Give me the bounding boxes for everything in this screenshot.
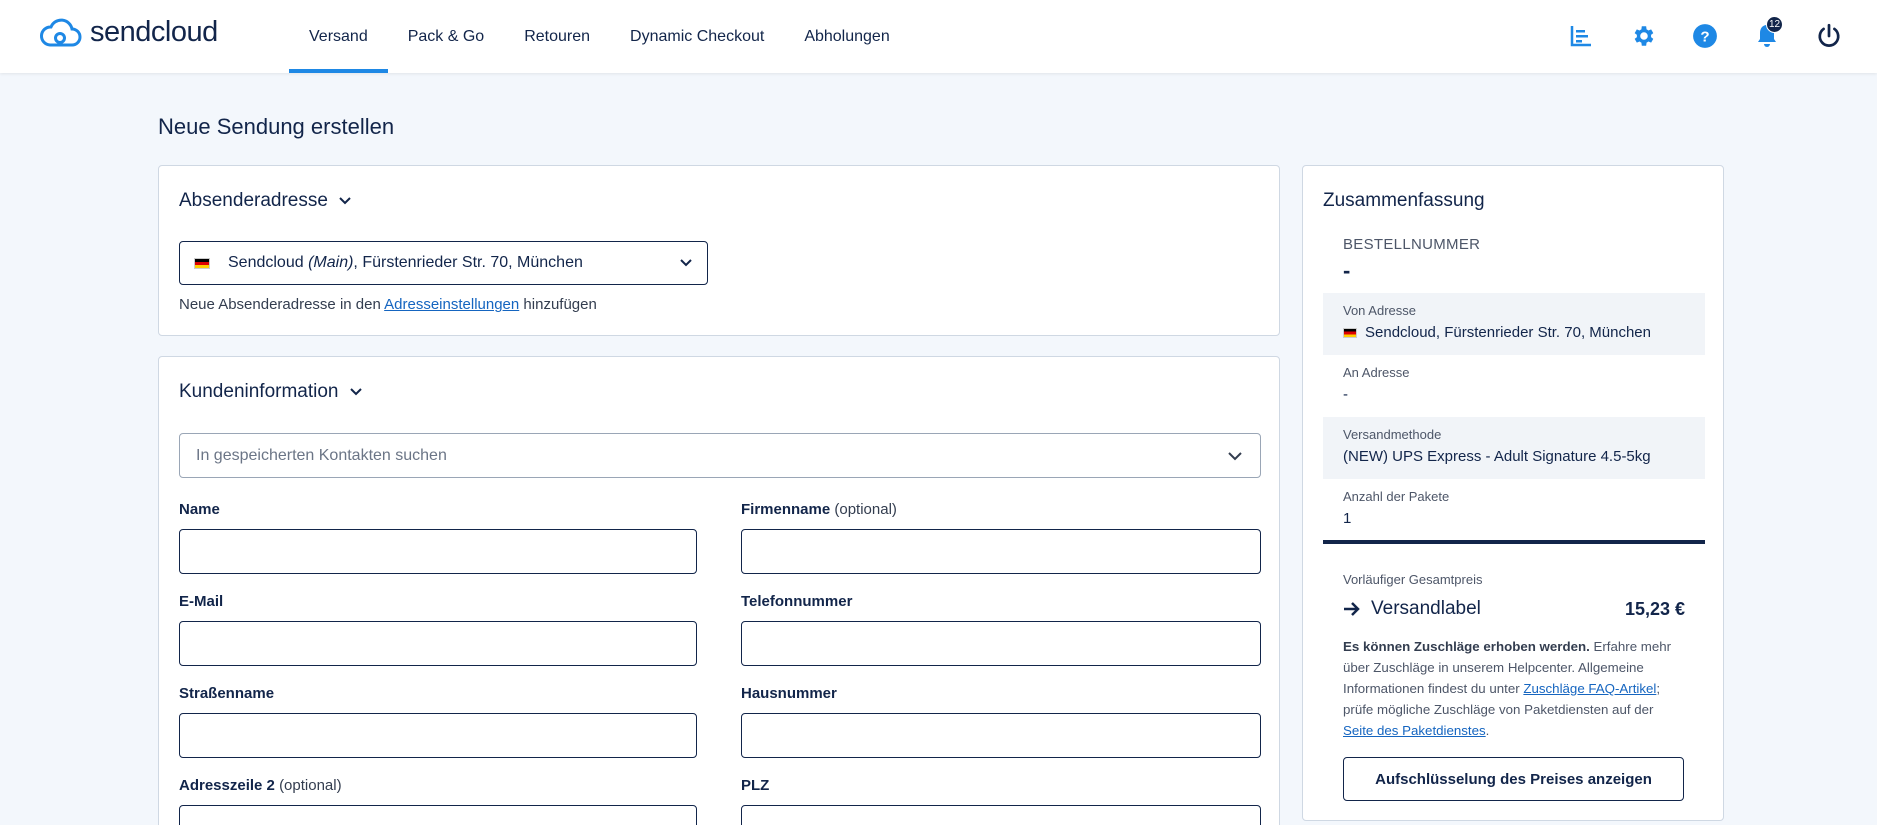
zip-input[interactable] xyxy=(741,805,1261,825)
zip-label: PLZ xyxy=(741,777,770,794)
sender-address-card: Absenderadresse Sendcloud (Main), Fürste… xyxy=(158,165,1280,336)
surcharge-faq-link[interactable]: Zuschläge FAQ-Artikel xyxy=(1523,681,1656,696)
nav-tab-versand[interactable]: Versand xyxy=(289,0,388,73)
gear-icon xyxy=(1634,26,1654,46)
company-input[interactable] xyxy=(741,529,1261,574)
surcharge-note: Es können Zuschläge erhoben werden. Erfa… xyxy=(1343,639,1672,738)
sender-address-toggle[interactable]: Absenderadresse xyxy=(179,190,352,212)
help-button[interactable]: ? xyxy=(1687,18,1723,54)
main-nav: Versand Pack & Go Retouren Dynamic Check… xyxy=(289,0,910,73)
top-navigation-bar: sendcloud Versand Pack & Go Retouren Dyn… xyxy=(0,0,1877,73)
address2-label: Adresszeile 2 (optional) xyxy=(179,777,342,794)
address-settings-link[interactable]: Adresseinstellungen xyxy=(384,296,519,313)
logo-text: sendcloud xyxy=(90,16,218,48)
nav-tab-pack-and-go[interactable]: Pack & Go xyxy=(388,0,504,73)
street-label: Straßenname xyxy=(179,685,275,702)
order-number-label: BESTELLNUMMER xyxy=(1343,236,1481,253)
phone-label: Telefonnummer xyxy=(741,593,853,610)
sender-address-hint: Neue Absenderadresse in den Adresseinste… xyxy=(179,296,597,313)
name-label: Name xyxy=(179,501,220,518)
settings-button[interactable] xyxy=(1625,18,1661,54)
summary-to-address: An Adresse - xyxy=(1343,365,1410,403)
nav-tab-retouren[interactable]: Retouren xyxy=(504,0,610,73)
shipping-label-price: 15,23 € xyxy=(1624,598,1685,619)
summary-shipping-method: Versandmethode (NEW) UPS Express - Adult… xyxy=(1323,417,1705,479)
sender-address-select[interactable]: Sendcloud (Main), Fürstenrieder Str. 70,… xyxy=(179,241,708,285)
sendcloud-logo[interactable]: sendcloud xyxy=(38,16,218,49)
germany-flag-icon xyxy=(194,257,210,269)
notification-count-badge: 12 xyxy=(1766,16,1783,33)
shipping-label-name: Versandlabel xyxy=(1371,598,1481,619)
summary-card: Zusammenfassung BESTELLNUMMER - Von Adre… xyxy=(1302,165,1724,821)
notifications-button[interactable]: 12 xyxy=(1749,16,1785,54)
email-label: E-Mail xyxy=(179,593,224,610)
chevron-down-icon xyxy=(349,388,362,396)
company-label: Firmenname (optional) xyxy=(741,501,897,518)
cloud-logo-icon xyxy=(40,18,82,46)
summary-heading: Zusammenfassung xyxy=(1323,190,1485,211)
house-number-label: Hausnummer xyxy=(741,685,837,702)
nav-tab-dynamic-checkout[interactable]: Dynamic Checkout xyxy=(610,0,784,73)
analytics-button[interactable] xyxy=(1563,18,1599,54)
preliminary-total-label: Vorläufiger Gesamtpreis xyxy=(1343,572,1483,587)
summary-package-count: Anzahl der Pakete 1 xyxy=(1343,489,1450,527)
contact-search-placeholder: In gespeicherten Kontakten suchen xyxy=(196,446,447,464)
carrier-page-link[interactable]: Seite des Paketdienstes xyxy=(1343,723,1486,738)
page-title: Neue Sendung erstellen xyxy=(158,114,395,139)
contact-search-select[interactable]: In gespeicherten Kontakten suchen xyxy=(179,433,1261,478)
chevron-down-icon xyxy=(339,197,351,205)
nav-tab-abholungen[interactable]: Abholungen xyxy=(784,0,909,73)
chevron-down-icon xyxy=(1228,452,1242,461)
header-actions: ? 12 xyxy=(1563,16,1847,54)
germany-flag-icon xyxy=(1343,327,1357,338)
summary-from-address: Von Adresse Sendcloud, Fürstenrieder Str… xyxy=(1323,293,1705,355)
chart-icon xyxy=(1570,26,1591,47)
power-icon xyxy=(1818,23,1840,47)
show-price-breakdown-button[interactable]: Aufschlüsselung des Preises anzeigen xyxy=(1343,757,1684,801)
svg-text:?: ? xyxy=(1700,28,1709,45)
order-number-value: - xyxy=(1343,258,1351,283)
customer-info-heading: Kundeninformation xyxy=(179,381,339,402)
email-input[interactable] xyxy=(179,621,697,666)
customer-info-card: Kundeninformation In gespeicherten Konta… xyxy=(158,356,1280,825)
arrow-right-icon xyxy=(1344,602,1360,616)
street-input[interactable] xyxy=(179,713,697,758)
name-input[interactable] xyxy=(179,529,697,574)
phone-input[interactable] xyxy=(741,621,1261,666)
shipping-label-price-row: Versandlabel 15,23 € xyxy=(1343,598,1685,620)
customer-info-toggle[interactable]: Kundeninformation xyxy=(179,381,363,403)
sender-address-value: Sendcloud (Main), Fürstenrieder Str. 70,… xyxy=(228,254,583,271)
summary-divider xyxy=(1323,540,1705,544)
help-icon: ? xyxy=(1693,24,1717,48)
logout-button[interactable] xyxy=(1811,18,1847,54)
address2-input[interactable] xyxy=(179,805,697,825)
chevron-down-icon xyxy=(680,259,692,267)
house-number-input[interactable] xyxy=(741,713,1261,758)
sender-address-heading: Absenderadresse xyxy=(179,190,328,211)
